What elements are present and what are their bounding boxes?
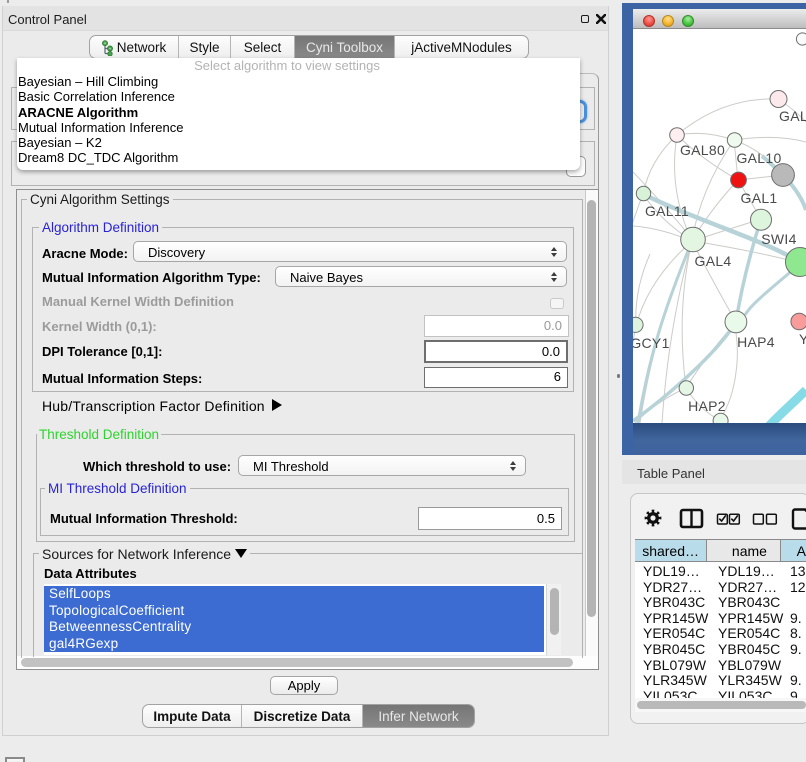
svg-text:GAL80: GAL80 [680,142,725,158]
svg-text:HAP4: HAP4 [737,334,775,350]
svg-text:GAL1: GAL1 [741,190,778,206]
svg-text:HAP2: HAP2 [688,398,726,414]
svg-text:YB: YB [799,331,806,347]
svg-text:SWI4: SWI4 [761,231,796,247]
svg-text:GAL2: GAL2 [779,108,806,124]
svg-text:GAL10: GAL10 [736,150,781,166]
svg-text:GAL11: GAL11 [645,203,689,219]
svg-text:GAL4: GAL4 [695,253,732,269]
svg-text:GCY1: GCY1 [633,335,670,351]
